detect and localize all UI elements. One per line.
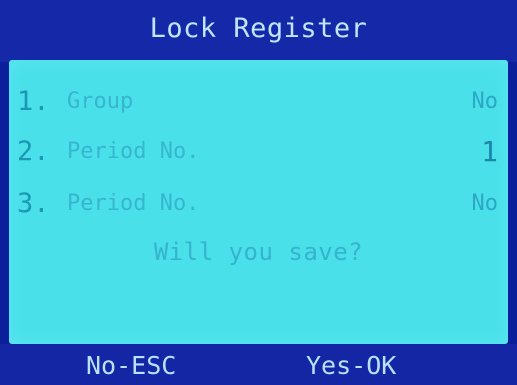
screen-title: Lock Register: [149, 12, 368, 44]
menu-item-value: 1: [481, 135, 498, 168]
menu-item-label: Group: [67, 89, 134, 114]
menu-item-value: No: [471, 89, 499, 114]
yes-ok-softkey[interactable]: Yes-OK: [306, 344, 396, 385]
softkey-bar: No-ESC Yes-OK: [0, 344, 517, 385]
lcd-screen: Lock Register 1. Group No 2. Period No. …: [0, 0, 517, 385]
content-panel: 1. Group No 2. Period No. 1 3. Period No…: [9, 60, 508, 344]
title-bar: Lock Register: [0, 0, 517, 62]
menu-item-number: 2.: [17, 136, 50, 167]
menu-item-period-no-2[interactable]: 3. Period No. No: [9, 184, 508, 224]
save-prompt: Will you save?: [153, 238, 364, 266]
menu-item-label: Period No.: [67, 139, 200, 164]
menu-item-group[interactable]: 1. Group No: [9, 82, 508, 122]
menu-item-number: 1.: [17, 86, 50, 117]
menu-item-label: Period No.: [67, 191, 200, 216]
menu-item-value: No: [471, 191, 499, 216]
no-esc-softkey[interactable]: No-ESC: [86, 344, 176, 385]
menu-item-number: 3.: [17, 188, 50, 219]
menu-item-period-no-1[interactable]: 2. Period No. 1: [9, 132, 508, 172]
